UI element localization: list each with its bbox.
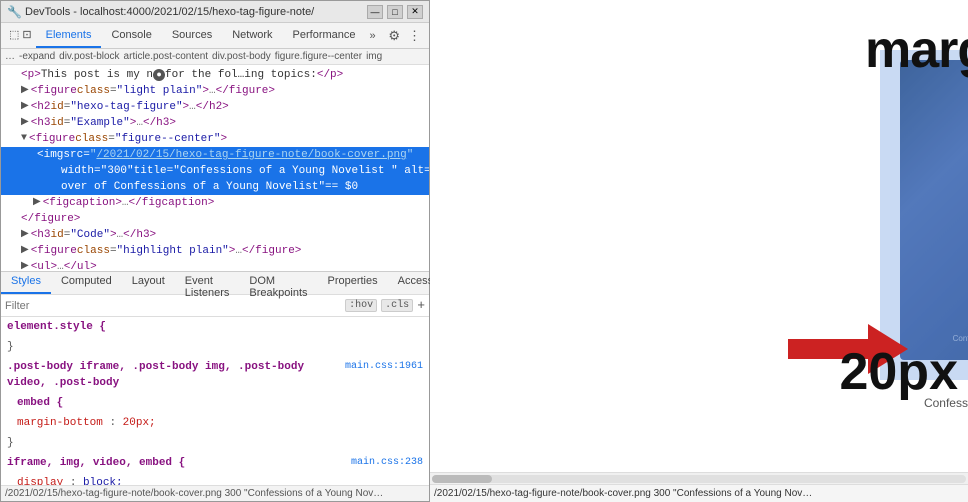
dom-line-figure-highlight[interactable]: ▶ <figure class="highlight plain" >…</fi… [1,243,429,259]
dom-line-h2[interactable]: ▶ <h2 id="hexo-tag-figure" >…</h2> [1,99,429,115]
close-button[interactable]: ✕ [407,5,423,19]
title-bar: 🔧 DevTools - localhost:4000/2021/02/15/h… [1,1,429,23]
dom-line-figure-close[interactable]: </figure> [1,211,429,227]
tab-properties[interactable]: Properties [317,272,387,294]
minimize-button[interactable]: — [367,5,383,19]
breadcrumb-expand[interactable]: -expand [19,51,55,62]
tab-event-listeners[interactable]: Event Listeners [175,272,240,294]
style-prop-display: display : block; [1,473,429,485]
tab-dom-breakpoints[interactable]: DOM Breakpoints [239,272,317,294]
overlay-main-text: margin-bottom: 20px [865,20,968,80]
dom-line-figure-center-open[interactable]: ▼ <figure class="figure--center" > [1,131,429,147]
breadcrumb-post-body[interactable]: div.post-body [212,51,271,62]
styles-panel: :hov .cls + element.style { } main.css:1… [1,295,429,485]
dom-line-ul[interactable]: ▶ <ul>…</ul> [1,259,429,271]
styles-filter-input[interactable] [5,300,341,312]
tab-sources[interactable]: Sources [162,23,222,48]
cursor-icon: ⬚ [9,28,19,41]
scrollbar-thumb[interactable] [432,475,492,483]
settings-button[interactable]: ⚙ [384,28,404,44]
px-label: 20px [839,342,958,402]
tab-styles[interactable]: Styles [1,272,51,294]
style-rule-post-body-close: } [1,433,429,453]
scrollbar-track [432,475,966,483]
tab-elements[interactable]: ⬚ ⊡ [5,23,36,48]
page-preview: margin-bottom: 20px 置信小説家的白日 Confession [430,0,968,502]
style-rule-element: element.style { [1,317,429,337]
dom-line-h3-example[interactable]: ▶ <h3 id="Example" >…</h3> [1,115,429,131]
dom-line-p[interactable]: <p>This post is my n● for the fol…ing to… [1,67,429,83]
tab-performance[interactable]: Performance [283,23,366,48]
style-rule-post-body: main.css:1961 .post-body iframe, .post-b… [1,357,429,393]
tab-computed[interactable]: Computed [51,272,122,294]
style-rule-element-close: } [1,337,429,357]
breadcrumb-figure[interactable]: figure.figure--center [275,51,362,62]
style-source-1961[interactable]: main.css:1961 [345,359,423,375]
devtools-toolbar: ⬚ ⊡ Elements Console Sources Network Per… [1,23,429,49]
dom-line-figure-plain[interactable]: ▶ <figure class="light plain" >…</figure… [1,83,429,99]
breadcrumb-post-block[interactable]: div.post-block [59,51,119,62]
style-rule-iframe-img: main.css:238 iframe, img, video, embed { [1,453,429,473]
dom-tree: <p>This post is my n● for the fol…ing to… [1,65,429,271]
style-rule-embed: embed { [1,393,429,413]
devtools-status-bar: /2021/02/15/hexo-tag-figure-note/book-co… [1,485,429,501]
tab-inspect-icon: ⊡ [22,28,31,41]
tab-console[interactable]: Console [101,23,161,48]
filter-cls-button[interactable]: .cls [381,299,413,312]
page-status-bar: /2021/02/15/hexo-tag-figure-note/book-co… [430,484,968,502]
breadcrumb-ellipsis[interactable]: … [5,51,15,62]
styles-filter-bar: :hov .cls + [1,295,429,317]
window-title: DevTools - localhost:4000/2021/02/15/hex… [25,6,367,18]
breadcrumb-img[interactable]: img [366,51,382,62]
styles-panel-tabs: Styles Computed Layout Event Listeners D… [1,271,429,295]
tabs-more-button[interactable]: » [366,30,380,42]
dom-line-img-attrs[interactable]: width="300" title="Confessions of a Youn… [1,163,429,179]
devtools-icon: 🔧 [7,5,21,19]
status-text: /2021/02/15/hexo-tag-figure-note/book-co… [5,488,383,499]
tab-network[interactable]: Network [222,23,282,48]
style-prop-margin-bottom: margin-bottom : 20px; [1,413,429,433]
maximize-button[interactable]: □ [387,5,403,19]
breadcrumb: … -expand div.post-block article.post-co… [1,49,429,65]
style-source-238[interactable]: main.css:238 [351,455,423,471]
dom-line-figcaption[interactable]: ▶ <figcaption>…</figcaption> [1,195,429,211]
more-options-button[interactable]: ⋮ [404,28,425,44]
page-status-text: /2021/02/15/hexo-tag-figure-note/book-co… [434,488,812,499]
devtools-window: 🔧 DevTools - localhost:4000/2021/02/15/h… [0,0,430,502]
filter-add-button[interactable]: + [417,298,425,313]
tab-layout[interactable]: Layout [122,272,175,294]
dom-line-img-alt[interactable]: over of Confessions of a Young Novelist"… [1,179,429,195]
filter-hov-button[interactable]: :hov [345,299,377,312]
dom-line-img-src[interactable]: <img src="/2021/02/15/hexo-tag-figure-no… [1,147,429,163]
breadcrumb-post-content[interactable]: article.post-content [124,51,209,62]
window-controls: — □ ✕ [367,5,423,19]
dom-line-h3-code[interactable]: ▶ <h3 id="Code" >…</h3> [1,227,429,243]
horizontal-scrollbar[interactable] [430,472,968,484]
tab-elements-label[interactable]: Elements [36,23,102,48]
